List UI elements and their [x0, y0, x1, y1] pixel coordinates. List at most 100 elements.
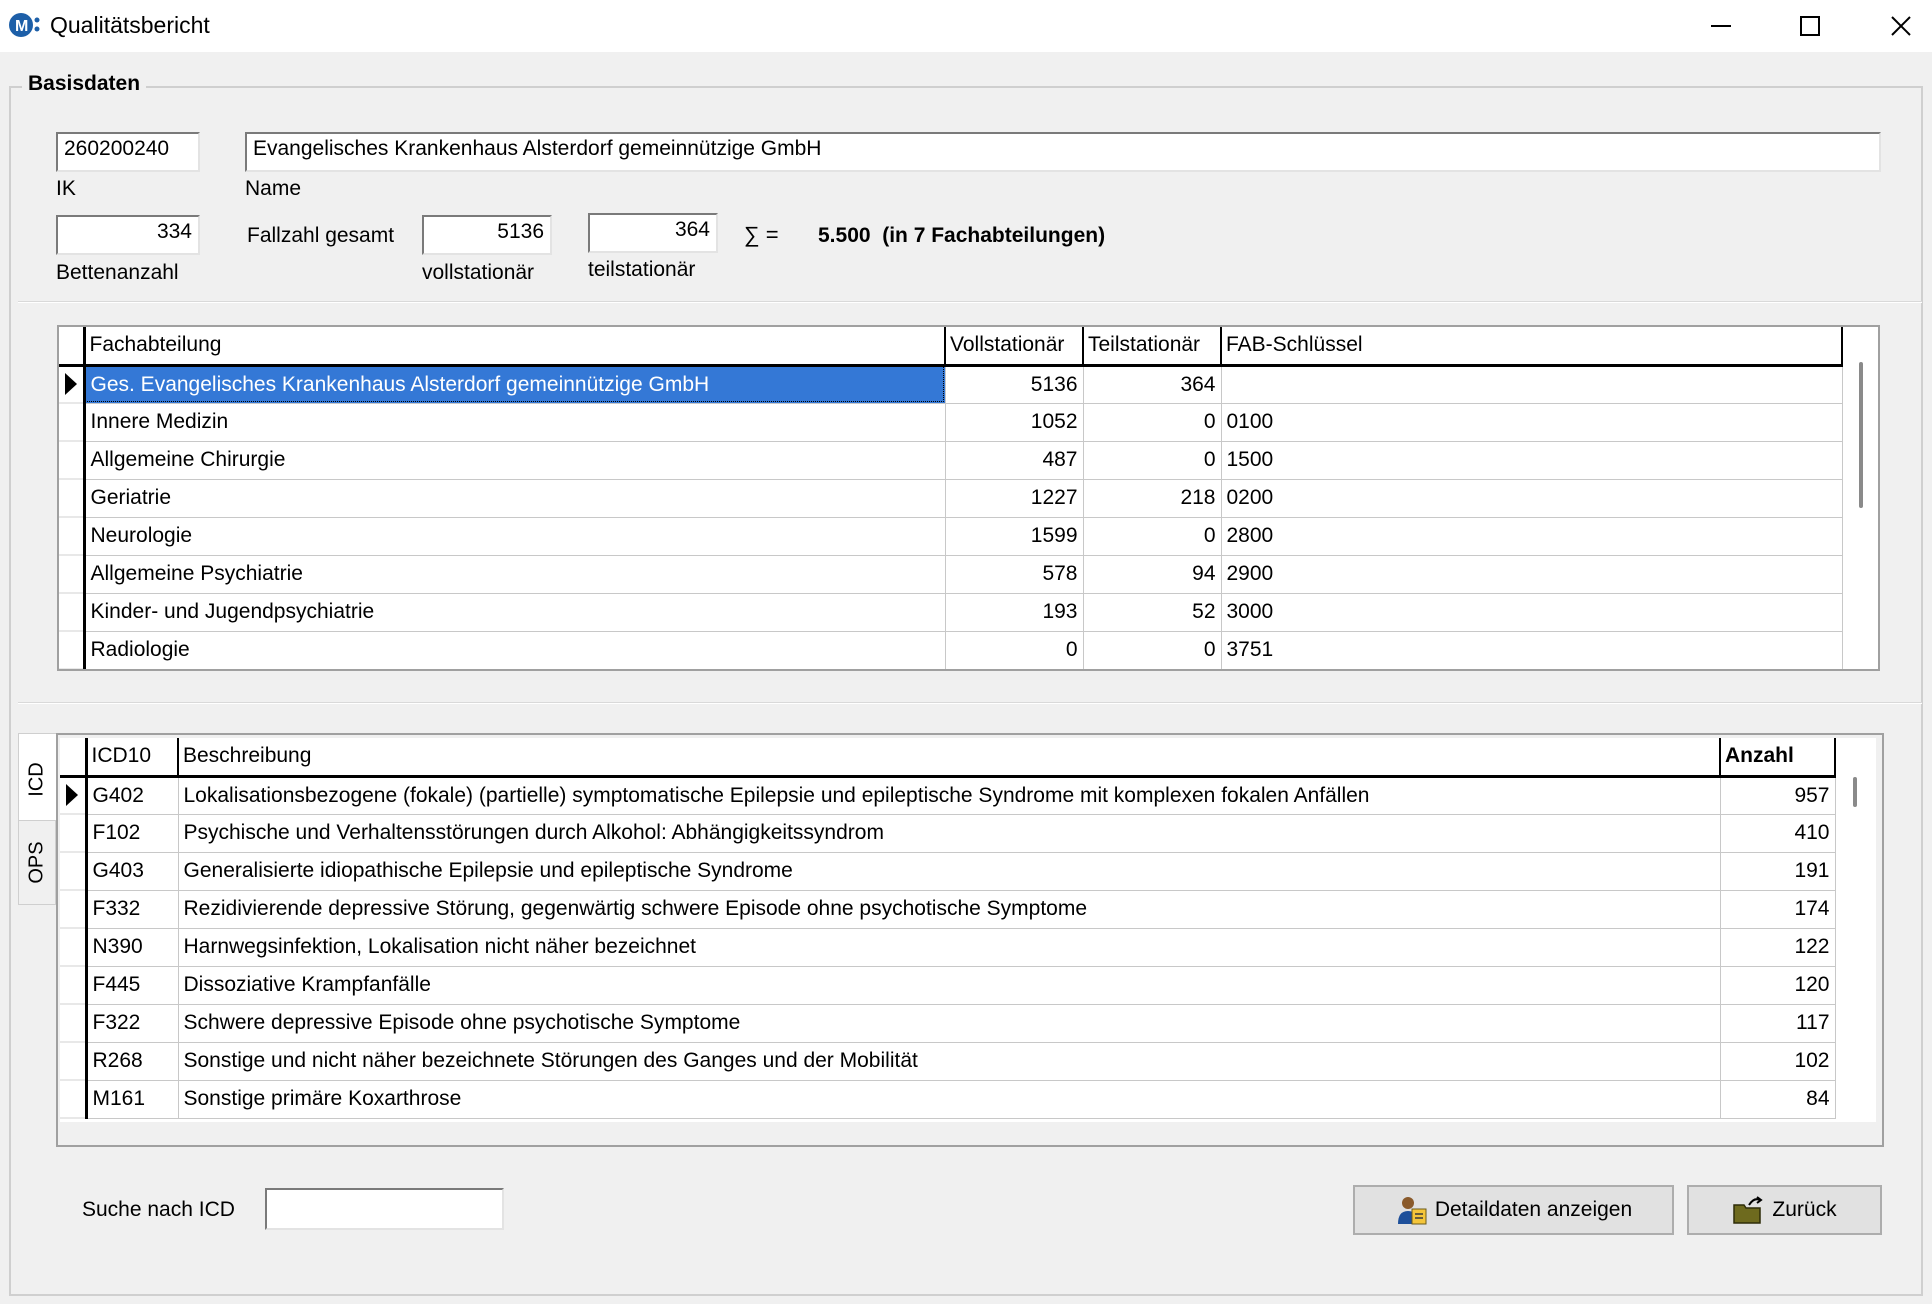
- cell-anzahl[interactable]: 117: [1720, 1004, 1836, 1043]
- cell-vollstationaer[interactable]: 5136: [945, 365, 1084, 404]
- cell-fab-schluessel[interactable]: [1221, 365, 1843, 404]
- cell-fab-schluessel[interactable]: 2900: [1221, 555, 1843, 594]
- table-row[interactable]: Innere Medizin 1052 0 0100: [59, 403, 1843, 442]
- icd-grid[interactable]: ICD10 Beschreibung Anzahl G402 Lokalisat…: [60, 738, 1876, 1122]
- cell-anzahl[interactable]: 102: [1720, 1042, 1836, 1081]
- cell-beschreibung[interactable]: Sonstige und nicht näher bezeichnete Stö…: [178, 1042, 1721, 1081]
- close-button[interactable]: [1858, 0, 1932, 52]
- cell-teilstationaer[interactable]: 0: [1083, 403, 1222, 442]
- cell-fab-schluessel[interactable]: 2800: [1221, 517, 1843, 556]
- cell-teilstationaer[interactable]: 218: [1083, 479, 1222, 518]
- cell-icd10[interactable]: M161: [86, 1080, 179, 1119]
- table-row[interactable]: G403 Generalisierte idiopathische Epilep…: [60, 852, 1836, 891]
- table-row[interactable]: Ges. Evangelisches Krankenhaus Alsterdor…: [59, 365, 1843, 404]
- teilstationaer-field[interactable]: 364: [588, 213, 718, 253]
- name-field[interactable]: Evangelisches Krankenhaus Alsterdorf gem…: [245, 132, 1881, 172]
- minimize-button[interactable]: [1678, 0, 1764, 52]
- search-icd-input[interactable]: [265, 1188, 504, 1230]
- cell-fab-schluessel[interactable]: 3000: [1221, 593, 1843, 632]
- column-header-vollstationaer[interactable]: Vollstationär: [945, 327, 1084, 367]
- cell-vollstationaer[interactable]: 0: [945, 631, 1084, 669]
- cell-vollstationaer[interactable]: 1052: [945, 403, 1084, 442]
- table-row[interactable]: F332 Rezidivierende depressive Störung, …: [60, 890, 1836, 929]
- cell-vollstationaer[interactable]: 1227: [945, 479, 1084, 518]
- cell-teilstationaer[interactable]: 364: [1083, 365, 1222, 404]
- fachabteilung-grid[interactable]: Fachabteilung Vollstationär Teilstationä…: [57, 325, 1880, 671]
- zurueck-button[interactable]: Zurück: [1687, 1185, 1882, 1235]
- cell-teilstationaer[interactable]: 0: [1083, 517, 1222, 556]
- cell-icd10[interactable]: F445: [86, 966, 179, 1005]
- tab-icd[interactable]: ICD: [18, 733, 56, 825]
- table-row[interactable]: Allgemeine Psychiatrie 578 94 2900: [59, 555, 1843, 594]
- table-row[interactable]: G402 Lokalisationsbezogene (fokale) (par…: [60, 776, 1836, 815]
- cell-fachabteilung[interactable]: Innere Medizin: [84, 403, 946, 442]
- detaildaten-button[interactable]: Detaildaten anzeigen: [1353, 1185, 1674, 1235]
- cell-teilstationaer[interactable]: 52: [1083, 593, 1222, 632]
- maximize-button[interactable]: [1767, 0, 1853, 52]
- cell-fab-schluessel[interactable]: 0200: [1221, 479, 1843, 518]
- table-row[interactable]: R268 Sonstige und nicht näher bezeichnet…: [60, 1042, 1836, 1081]
- cell-fachabteilung[interactable]: Neurologie: [84, 517, 946, 556]
- table-row[interactable]: F445 Dissoziative Krampfanfälle 120: [60, 966, 1836, 1005]
- fachabteilung-scrollbar[interactable]: [1859, 362, 1863, 508]
- table-row[interactable]: M161 Sonstige primäre Koxarthrose 84: [60, 1080, 1836, 1119]
- cell-icd10[interactable]: G403: [86, 852, 179, 891]
- table-row[interactable]: F102 Psychische und Verhaltensstörungen …: [60, 814, 1836, 853]
- table-row[interactable]: F322 Schwere depressive Episode ohne psy…: [60, 1004, 1836, 1043]
- cell-icd10[interactable]: N390: [86, 928, 179, 967]
- cell-beschreibung[interactable]: Lokalisationsbezogene (fokale) (partiell…: [178, 776, 1721, 815]
- cell-icd10[interactable]: F332: [86, 890, 179, 929]
- vollstationaer-field[interactable]: 5136: [422, 215, 552, 255]
- bettenanzahl-field[interactable]: 334: [56, 215, 200, 255]
- cell-anzahl[interactable]: 410: [1720, 814, 1836, 853]
- cell-icd10[interactable]: G402: [86, 776, 179, 815]
- ik-field[interactable]: 260200240: [56, 132, 200, 172]
- cell-teilstationaer[interactable]: 0: [1083, 631, 1222, 669]
- cell-anzahl[interactable]: 191: [1720, 852, 1836, 891]
- tab-ops[interactable]: OPS: [18, 820, 56, 905]
- table-row[interactable]: N390 Harnwegsinfektion, Lokalisation nic…: [60, 928, 1836, 967]
- cell-vollstationaer[interactable]: 193: [945, 593, 1084, 632]
- cell-beschreibung[interactable]: Schwere depressive Episode ohne psychoti…: [178, 1004, 1721, 1043]
- cell-vollstationaer[interactable]: 1599: [945, 517, 1084, 556]
- column-header-icd10[interactable]: ICD10: [86, 738, 179, 778]
- cell-icd10[interactable]: F322: [86, 1004, 179, 1043]
- cell-fachabteilung[interactable]: Geriatrie: [84, 479, 946, 518]
- cell-icd10[interactable]: R268: [86, 1042, 179, 1081]
- cell-anzahl[interactable]: 957: [1720, 776, 1836, 815]
- cell-fab-schluessel[interactable]: 3751: [1221, 631, 1843, 669]
- cell-beschreibung[interactable]: Rezidivierende depressive Störung, gegen…: [178, 890, 1721, 929]
- column-header-teilstationaer[interactable]: Teilstationär: [1083, 327, 1222, 367]
- column-header-anzahl[interactable]: Anzahl: [1720, 738, 1836, 778]
- column-header-fachabteilung[interactable]: Fachabteilung: [84, 327, 946, 367]
- cell-fab-schluessel[interactable]: 1500: [1221, 441, 1843, 480]
- table-row[interactable]: Radiologie 0 0 3751: [59, 631, 1843, 669]
- cell-vollstationaer[interactable]: 578: [945, 555, 1084, 594]
- cell-icd10[interactable]: F102: [86, 814, 179, 853]
- column-header-fab-schluessel[interactable]: FAB-Schlüssel: [1221, 327, 1843, 367]
- cell-fachabteilung[interactable]: Allgemeine Psychiatrie: [84, 555, 946, 594]
- cell-teilstationaer[interactable]: 0: [1083, 441, 1222, 480]
- cell-beschreibung[interactable]: Psychische und Verhaltensstörungen durch…: [178, 814, 1721, 853]
- cell-beschreibung[interactable]: Sonstige primäre Koxarthrose: [178, 1080, 1721, 1119]
- cell-fachabteilung[interactable]: Ges. Evangelisches Krankenhaus Alsterdor…: [84, 365, 946, 404]
- table-row[interactable]: Neurologie 1599 0 2800: [59, 517, 1843, 556]
- table-row[interactable]: Geriatrie 1227 218 0200: [59, 479, 1843, 518]
- cell-beschreibung[interactable]: Generalisierte idiopathische Epilepsie u…: [178, 852, 1721, 891]
- cell-fachabteilung[interactable]: Kinder- und Jugendpsychiatrie: [84, 593, 946, 632]
- cell-anzahl[interactable]: 84: [1720, 1080, 1836, 1119]
- cell-anzahl[interactable]: 120: [1720, 966, 1836, 1005]
- cell-anzahl[interactable]: 122: [1720, 928, 1836, 967]
- cell-fachabteilung[interactable]: Radiologie: [84, 631, 946, 669]
- cell-teilstationaer[interactable]: 94: [1083, 555, 1222, 594]
- cell-fab-schluessel[interactable]: 0100: [1221, 403, 1843, 442]
- column-header-beschreibung[interactable]: Beschreibung: [178, 738, 1721, 778]
- cell-fachabteilung[interactable]: Allgemeine Chirurgie: [84, 441, 946, 480]
- cell-beschreibung[interactable]: Harnwegsinfektion, Lokalisation nicht nä…: [178, 928, 1721, 967]
- table-row[interactable]: Kinder- und Jugendpsychiatrie 193 52 300…: [59, 593, 1843, 632]
- cell-vollstationaer[interactable]: 487: [945, 441, 1084, 480]
- cell-anzahl[interactable]: 174: [1720, 890, 1836, 929]
- icd-scrollbar[interactable]: [1853, 777, 1857, 807]
- cell-beschreibung[interactable]: Dissoziative Krampfanfälle: [178, 966, 1721, 1005]
- table-row[interactable]: Allgemeine Chirurgie 487 0 1500: [59, 441, 1843, 480]
